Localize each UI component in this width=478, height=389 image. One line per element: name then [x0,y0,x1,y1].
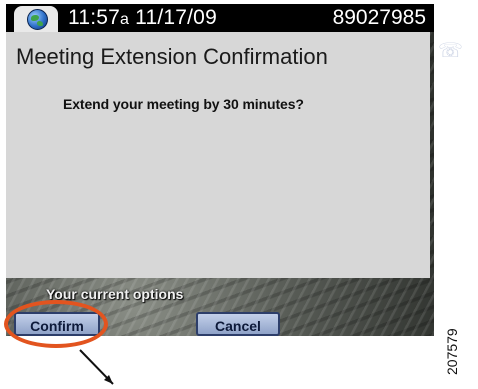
callout-arrow [79,349,114,385]
figure-number: 207579 [444,328,460,375]
